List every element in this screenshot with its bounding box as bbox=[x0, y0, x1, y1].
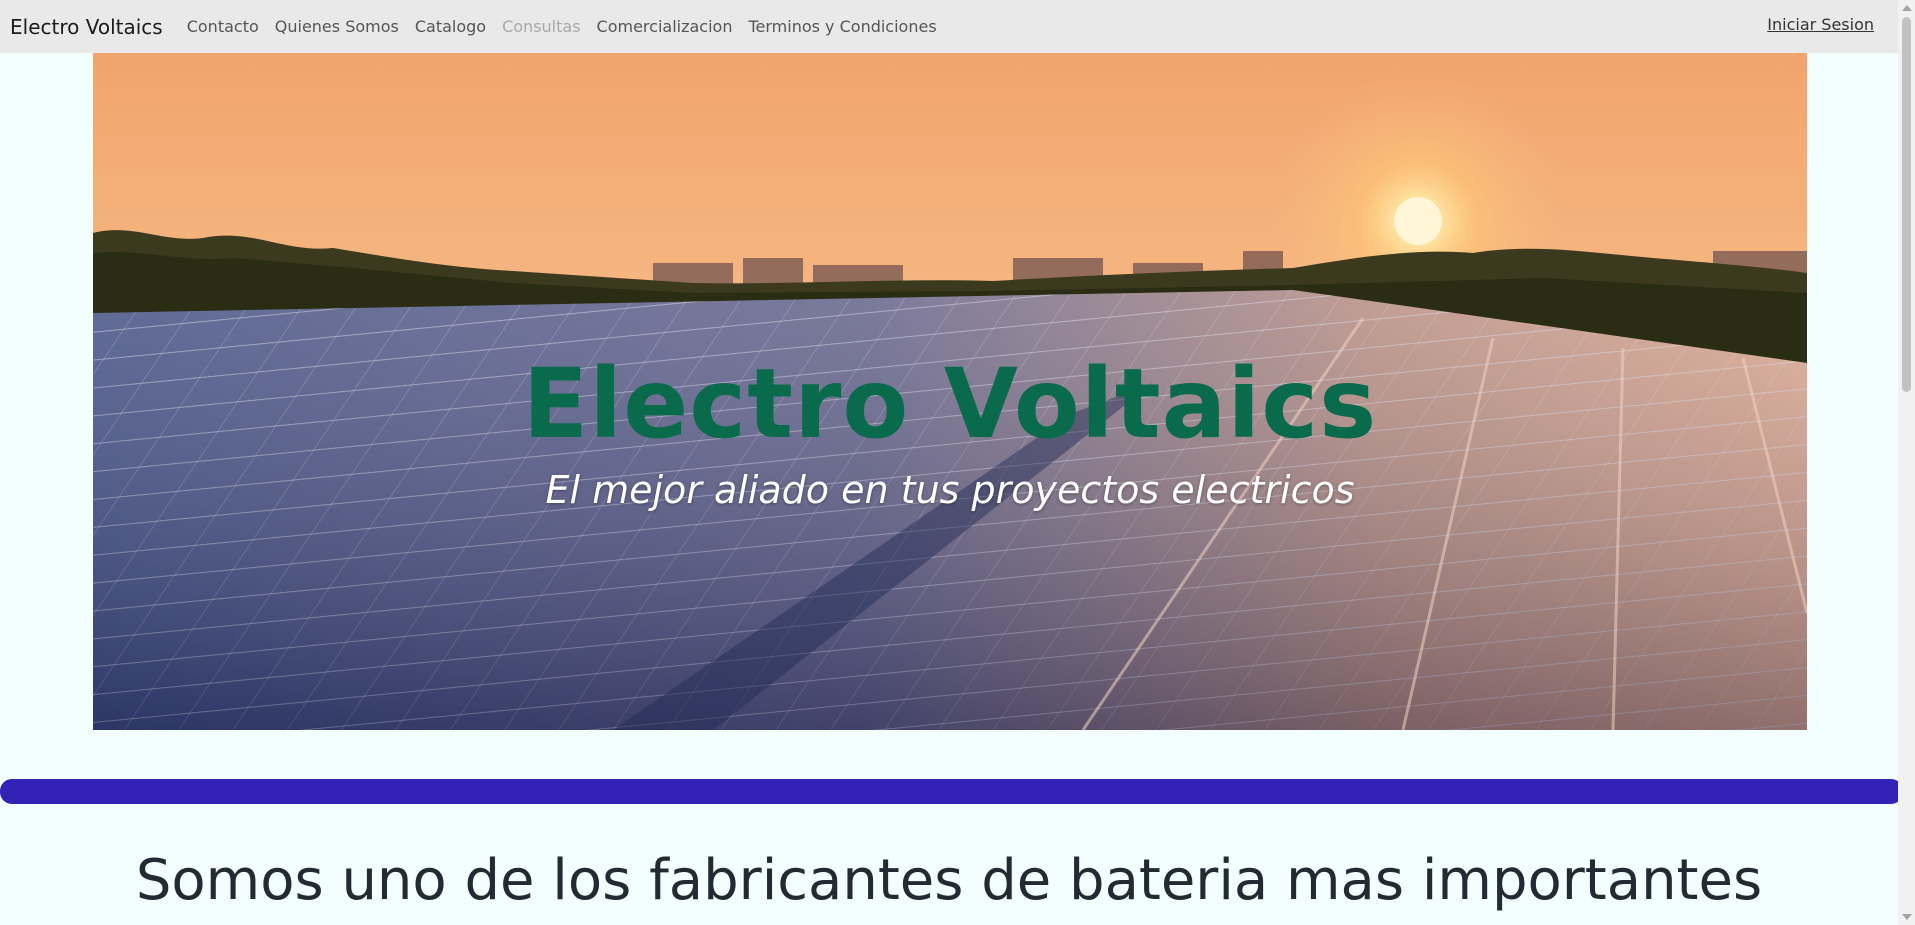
hero-subtitle: El mejor aliado en tus proyectos electri… bbox=[545, 468, 1355, 512]
brand-link[interactable]: Electro Voltaics bbox=[10, 15, 163, 39]
nav-link-catalogo[interactable]: Catalogo bbox=[415, 17, 486, 36]
vertical-scrollbar[interactable] bbox=[1898, 0, 1915, 925]
scroll-up-arrow-icon[interactable] bbox=[1902, 5, 1912, 11]
nav-links: Contacto Quienes Somos Catalogo Consulta… bbox=[187, 17, 937, 36]
accent-divider-bar bbox=[0, 779, 1903, 804]
nav-link-comercializacion[interactable]: Comercializacion bbox=[597, 17, 733, 36]
nav-link-terminos[interactable]: Terminos y Condiciones bbox=[748, 17, 936, 36]
navbar: Electro Voltaics Contacto Quienes Somos … bbox=[0, 0, 1898, 53]
nav-link-quienes-somos[interactable]: Quienes Somos bbox=[275, 17, 399, 36]
login-link[interactable]: Iniciar Sesion bbox=[1767, 15, 1874, 34]
nav-link-consultas: Consultas bbox=[502, 17, 581, 36]
section-headline: Somos uno de los fabricantes de bateria … bbox=[135, 848, 1763, 913]
nav-link-contacto[interactable]: Contacto bbox=[187, 17, 259, 36]
page: Electro Voltaics Contacto Quienes Somos … bbox=[0, 0, 1915, 925]
scroll-down-arrow-icon[interactable] bbox=[1902, 914, 1912, 920]
hero-title: Electro Voltaics bbox=[522, 348, 1378, 460]
scroll-thumb[interactable] bbox=[1902, 17, 1911, 392]
hero-banner: Electro Voltaics El mejor aliado en tus … bbox=[93, 53, 1807, 730]
